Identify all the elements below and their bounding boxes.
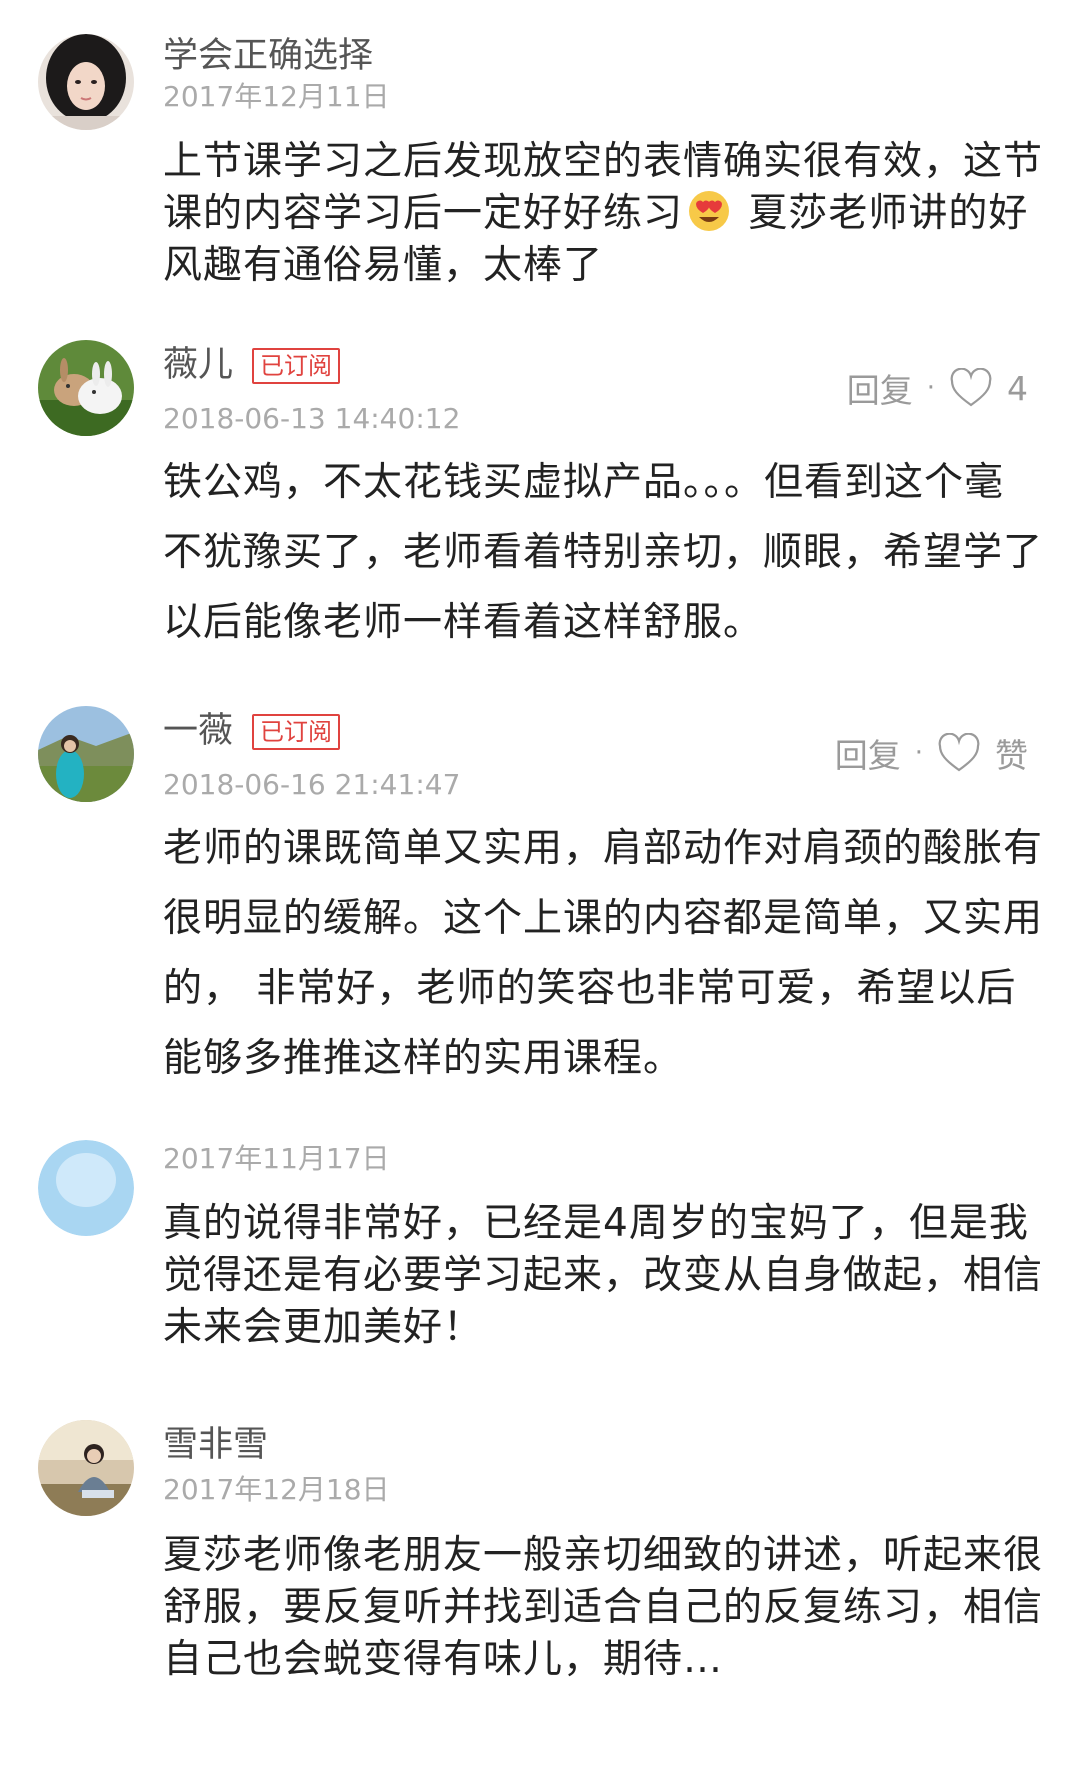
user-name[interactable]: 薇儿	[163, 348, 233, 383]
comment-time: 2017年12月18日	[163, 1473, 390, 1506]
separator-dot: ·	[914, 738, 923, 768]
subscribed-badge: 已订阅	[252, 714, 340, 750]
like-count: 4	[1007, 368, 1028, 408]
comment-time: 2017年11月17日	[163, 1142, 390, 1175]
heart-outline-icon[interactable]	[937, 733, 981, 773]
reply-button[interactable]: 回复	[835, 729, 901, 777]
user-avatar[interactable]	[38, 706, 134, 802]
separator-dot: ·	[926, 373, 935, 403]
comment-text: 老师的课既简单又实用，肩部动作对肩颈的酸胀有很明显的缓解。这个上课的内容都是简单…	[163, 826, 1044, 1081]
user-name[interactable]: 一薇	[163, 714, 233, 749]
heart-outline-icon[interactable]	[949, 368, 993, 408]
subscribed-badge: 已订阅	[252, 348, 340, 384]
comment-time: 2018-06-13 14:40:12	[163, 402, 461, 435]
like-label: 赞	[995, 736, 1028, 775]
user-avatar[interactable]	[38, 1420, 134, 1516]
user-name[interactable]: 学会正确选择	[163, 39, 373, 74]
reply-button[interactable]: 回复	[847, 364, 913, 412]
user-name[interactable]: 雪非雪	[163, 1428, 268, 1463]
comment-text: 真的说得非常好，已经是4周岁的宝妈了，但是我觉得还是有必要学习起来，改变从自身做…	[163, 1201, 1044, 1350]
default-avatar-icon[interactable]	[38, 1140, 134, 1236]
comment-actions: 回复 · 4	[847, 364, 1028, 412]
comment-actions: 回复 · 赞	[835, 729, 1028, 777]
comment-text: 上节课学习之后发现放空的表情确实很有效，这节课的内容学习后一定好好练习 夏莎老师…	[163, 136, 1043, 292]
comment-text: 夏莎老师像老朋友一般亲切细致的讲述，听起来很舒服，要反复听并找到适合自己的反复练…	[163, 1533, 1044, 1682]
heart-eyes-emoji-icon	[689, 191, 730, 231]
user-avatar[interactable]	[38, 34, 134, 130]
comment-time: 2018-06-16 21:41:47	[163, 768, 461, 801]
comment-time: 2017年12月11日	[163, 80, 390, 113]
user-avatar[interactable]	[38, 340, 134, 436]
comment-text: 铁公鸡，不太花钱买虚拟产品。。。但看到这个毫不犹豫买了，老师看着特别亲切，顺眼，…	[163, 460, 1044, 645]
